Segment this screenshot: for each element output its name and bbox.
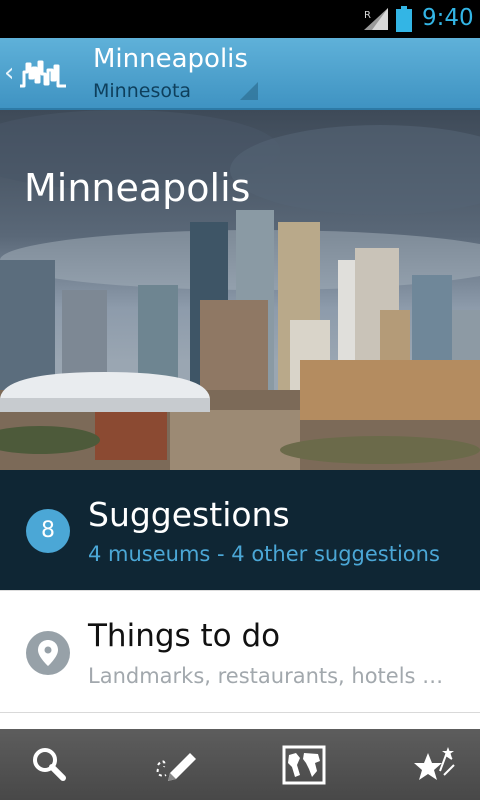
svg-text:R: R	[364, 10, 371, 21]
bottom-tab-bar	[0, 729, 480, 800]
world-map-icon	[282, 745, 326, 785]
dropdown-triangle-icon[interactable]	[240, 82, 258, 100]
stars-icon	[414, 747, 455, 780]
tab-notes[interactable]	[120, 729, 240, 800]
suggestions-row[interactable]: 8 Suggestions 4 museums - 4 other sugges…	[0, 470, 480, 590]
battery-icon	[396, 6, 412, 32]
minneapolis-skyline-photo	[0, 110, 480, 470]
action-bar-subtitle[interactable]: Minnesota	[93, 80, 191, 102]
things-to-do-row[interactable]: Things to do Landmarks, restaurants, hot…	[0, 590, 480, 712]
suggestions-title: Suggestions	[88, 495, 290, 534]
things-to-do-subtitle: Landmarks, restaurants, hotels …	[88, 664, 444, 688]
suggestions-subtitle: 4 museums - 4 other suggestions	[88, 542, 440, 566]
up-navigation-icon[interactable]: ‹	[4, 60, 14, 86]
list-divider	[0, 712, 480, 729]
tab-search[interactable]	[0, 729, 120, 800]
status-bar: R 9:40	[0, 0, 480, 38]
city-hero-image[interactable]: Minneapolis	[0, 110, 480, 470]
tab-favorites[interactable]	[360, 729, 480, 800]
clock: 9:40	[422, 5, 474, 31]
hero-city-title: Minneapolis	[24, 166, 251, 210]
pencil-icon	[156, 753, 196, 781]
signal-icon: R	[364, 8, 388, 30]
city-skyline-logo-icon[interactable]	[18, 54, 70, 94]
action-bar: ‹ Minneapolis Minnesota	[0, 38, 480, 110]
tab-map[interactable]	[240, 729, 360, 800]
map-pin-icon	[26, 631, 70, 675]
action-bar-title[interactable]: Minneapolis	[93, 44, 248, 74]
things-to-do-title: Things to do	[88, 618, 281, 654]
suggestions-count-badge: 8	[26, 509, 70, 553]
search-icon	[33, 748, 66, 781]
